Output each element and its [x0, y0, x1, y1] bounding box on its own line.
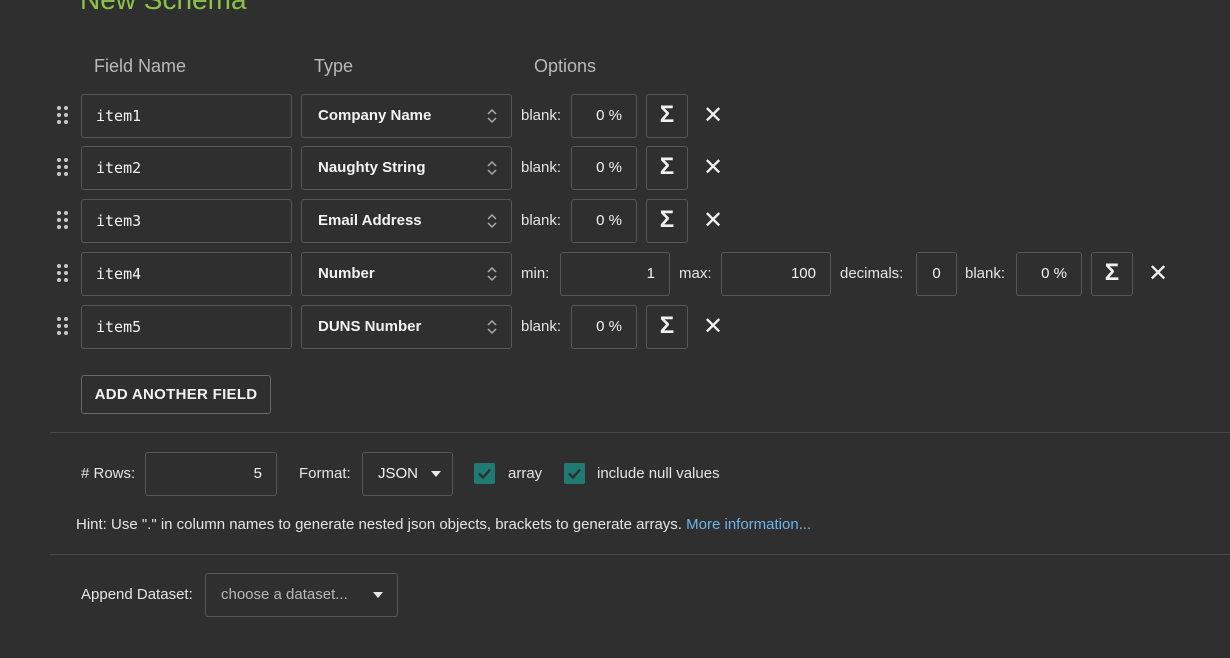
drag-handle-icon[interactable]	[57, 211, 69, 231]
field-name-input[interactable]: item5	[81, 305, 292, 349]
min-input[interactable]: 1	[560, 252, 670, 296]
chevron-updown-icon	[487, 108, 497, 124]
close-icon[interactable]: ✕	[703, 305, 723, 349]
field-row: item4 Number min: 1 max: 100 decimals: 0…	[0, 252, 1230, 296]
append-dataset-placeholder: choose a dataset...	[221, 586, 348, 603]
close-icon[interactable]: ✕	[703, 94, 723, 138]
blank-label: blank:	[965, 265, 1006, 282]
format-select[interactable]: JSON	[362, 452, 453, 496]
check-icon	[478, 468, 491, 480]
close-icon[interactable]: ✕	[703, 146, 723, 190]
chevron-updown-icon	[487, 319, 497, 335]
field-type-select[interactable]: Number	[301, 252, 512, 296]
append-dataset-label: Append Dataset:	[81, 586, 193, 603]
field-name-input[interactable]: item4	[81, 252, 292, 296]
field-type-select[interactable]: Company Name	[301, 94, 512, 138]
blank-label: blank:	[521, 159, 562, 176]
drag-handle-icon[interactable]	[57, 317, 69, 337]
blank-percent-input[interactable]: 0 %	[571, 94, 637, 138]
field-type-value: Email Address	[318, 212, 422, 229]
check-icon	[568, 468, 581, 480]
drag-handle-icon[interactable]	[57, 264, 69, 284]
max-input[interactable]: 100	[721, 252, 831, 296]
format-value: JSON	[378, 465, 419, 482]
array-label: array	[508, 465, 543, 482]
chevron-updown-icon	[487, 213, 497, 229]
sigma-icon[interactable]: Σ	[646, 305, 688, 349]
append-dataset-select[interactable]: choose a dataset...	[205, 573, 398, 617]
hint-message: Hint: Use "." in column names to generat…	[76, 516, 682, 533]
decimals-input[interactable]: 0	[916, 252, 957, 296]
hint-text: Hint: Use "." in column names to generat…	[76, 516, 811, 533]
more-information-link[interactable]: More information...	[686, 516, 811, 533]
divider	[50, 432, 1230, 433]
blank-label: blank:	[521, 318, 562, 335]
caret-down-icon	[373, 592, 383, 598]
sigma-icon[interactable]: Σ	[646, 94, 688, 138]
sigma-icon[interactable]: Σ	[1091, 252, 1133, 296]
include-null-checkbox[interactable]	[564, 463, 585, 484]
sigma-icon[interactable]: Σ	[646, 146, 688, 190]
min-label: min:	[521, 265, 550, 282]
page-title: New Schema	[80, 0, 247, 14]
field-type-value: Naughty String	[318, 159, 426, 176]
blank-percent-input[interactable]: 0 %	[571, 146, 637, 190]
field-type-select[interactable]: Naughty String	[301, 146, 512, 190]
field-row: item5 DUNS Number blank: 0 % Σ ✕	[0, 305, 1230, 349]
blank-percent-input[interactable]: 0 %	[1016, 252, 1082, 296]
close-icon[interactable]: ✕	[1148, 252, 1168, 296]
blank-percent-input[interactable]: 0 %	[571, 305, 637, 349]
field-type-select[interactable]: DUNS Number	[301, 305, 512, 349]
column-header-field-name: Field Name	[94, 56, 187, 76]
field-row: item1 Company Name blank: 0 % Σ ✕	[0, 94, 1230, 138]
decimals-label: decimals:	[840, 265, 904, 282]
max-label: max:	[679, 265, 712, 282]
rows-label: # Rows:	[81, 465, 136, 482]
blank-label: blank:	[521, 212, 562, 229]
include-null-label: include null values	[597, 465, 720, 482]
field-type-value: DUNS Number	[318, 318, 422, 335]
field-type-value: Number	[318, 265, 375, 282]
column-header-type: Type	[314, 56, 354, 76]
field-row: item3 Email Address blank: 0 % Σ ✕	[0, 199, 1230, 243]
field-type-value: Company Name	[318, 107, 432, 124]
field-name-input[interactable]: item3	[81, 199, 292, 243]
field-name-input[interactable]: item1	[81, 94, 292, 138]
array-checkbox[interactable]	[474, 463, 495, 484]
rows-input[interactable]: 5	[145, 452, 277, 496]
format-label: Format:	[299, 465, 351, 482]
field-name-input[interactable]: item2	[81, 146, 292, 190]
drag-handle-icon[interactable]	[57, 106, 69, 126]
field-type-select[interactable]: Email Address	[301, 199, 512, 243]
sigma-icon[interactable]: Σ	[646, 199, 688, 243]
add-another-field-button[interactable]: ADD ANOTHER FIELD	[81, 375, 271, 414]
column-header-options: Options	[534, 56, 597, 76]
divider	[50, 554, 1230, 555]
chevron-updown-icon	[487, 160, 497, 176]
blank-percent-input[interactable]: 0 %	[571, 199, 637, 243]
close-icon[interactable]: ✕	[703, 199, 723, 243]
field-row: item2 Naughty String blank: 0 % Σ ✕	[0, 146, 1230, 190]
caret-down-icon	[431, 471, 442, 478]
blank-label: blank:	[521, 107, 562, 124]
drag-handle-icon[interactable]	[57, 158, 69, 178]
chevron-updown-icon	[487, 266, 497, 282]
